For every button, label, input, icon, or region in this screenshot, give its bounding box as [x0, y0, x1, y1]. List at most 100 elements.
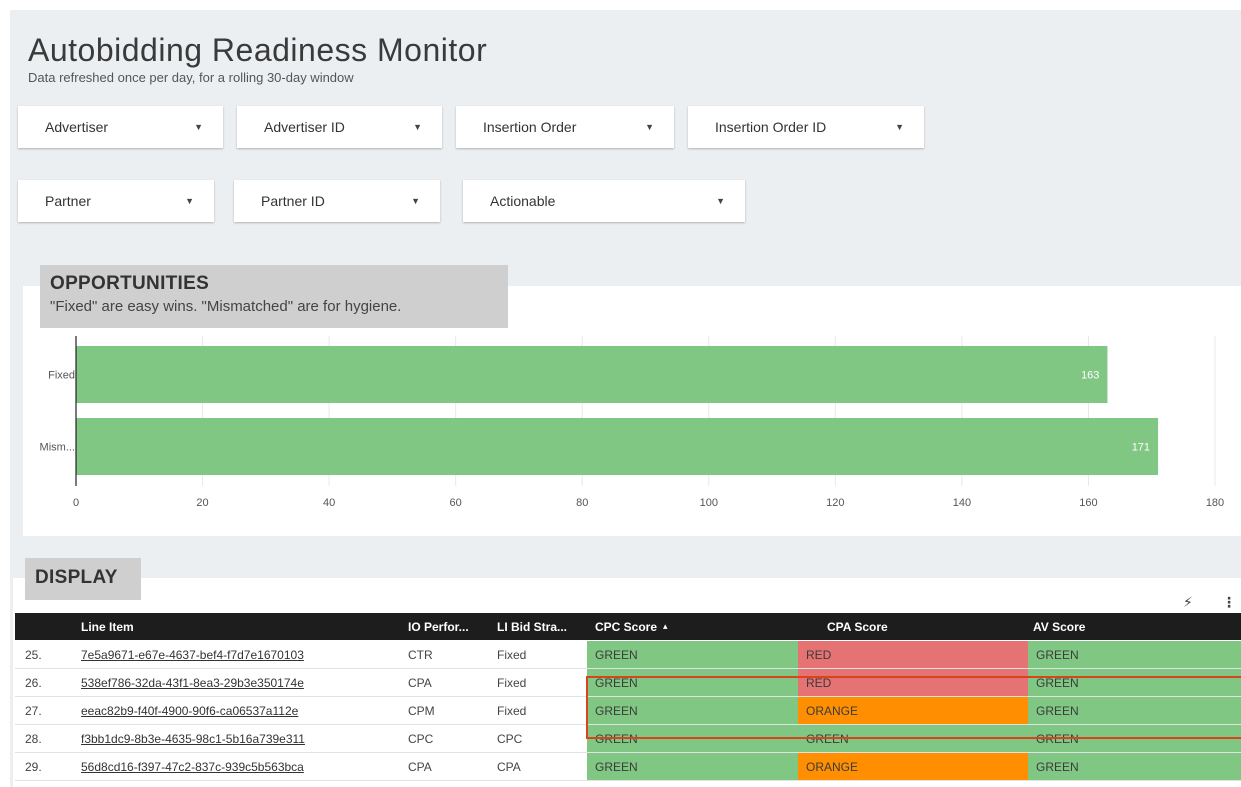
- av-score-cell: GREEN: [1028, 697, 1241, 724]
- cpc-score-cell: GREEN: [587, 669, 798, 696]
- cpa-score-cell: ORANGE: [798, 697, 1028, 724]
- advertiser-filter-label: Advertiser: [45, 119, 109, 135]
- io-performance-cell: CTR: [408, 647, 433, 662]
- x-tick-label: 100: [700, 497, 718, 509]
- io-performance-cell: CPM: [408, 703, 435, 718]
- line-item-link[interactable]: 538ef786-32da-43f1-8ea3-29b3e350174e: [81, 669, 401, 696]
- x-tick-label: 180: [1206, 497, 1224, 509]
- row-number: 29.: [25, 759, 42, 774]
- line-item-link[interactable]: 56d8cd16-f397-47c2-837c-939c5b563bca: [81, 753, 401, 780]
- li-bid-strategy-cell: CPA: [497, 759, 521, 774]
- av-score-cell: GREEN: [1028, 669, 1241, 696]
- line-item-link[interactable]: eeac82b9-f40f-4900-90f6-ca06537a112e: [81, 697, 401, 724]
- bar: [76, 346, 1108, 403]
- line-item-link[interactable]: 7e5a9671-e67e-4637-bef4-f7d7e1670103: [81, 641, 401, 668]
- li-bid-strategy-cell: Fixed: [497, 675, 527, 690]
- dropdown-caret-icon: ▼: [185, 196, 194, 206]
- cpa-score-cell: ORANGE: [798, 753, 1028, 780]
- x-tick-label: 60: [450, 497, 462, 509]
- opportunities-note: "Fixed" are easy wins. "Mismatched" are …: [50, 298, 402, 315]
- io-performance-cell: CPC: [408, 731, 434, 746]
- advertiser-filter[interactable]: Advertiser ▼: [18, 106, 223, 148]
- bolt-icon[interactable]: ⚡: [1183, 594, 1193, 611]
- table-row[interactable]: 29. 56d8cd16-f397-47c2-837c-939c5b563bca C…: [15, 753, 1241, 781]
- table-header-row: Line Item IO Perfor... LI Bid Stra... CP…: [15, 613, 1241, 640]
- li-bid-strategy-cell: CPC: [497, 731, 523, 746]
- table-row[interactable]: 26. 538ef786-32da-43f1-8ea3-29b3e350174e C…: [15, 669, 1241, 697]
- insertion-order-id-filter-label: Insertion Order ID: [715, 119, 827, 135]
- li-bid-strategy-cell: Fixed: [497, 703, 527, 718]
- actionable-filter-label: Actionable: [490, 193, 556, 209]
- page-title: Autobidding Readiness Monitor: [28, 32, 488, 68]
- line-item-id[interactable]: 56d8cd16-f397-47c2-837c-939c5b563bca: [81, 760, 304, 774]
- av-score-cell: GREEN: [1028, 641, 1241, 668]
- opportunities-header: OPPORTUNITIES "Fixed" are easy wins. "Mi…: [40, 265, 508, 328]
- x-tick-label: 20: [196, 497, 208, 509]
- line-item-id[interactable]: f3bb1dc9-8b3e-4635-98c1-5b16a739e311: [81, 732, 305, 746]
- line-item-link[interactable]: f3bb1dc9-8b3e-4635-98c1-5b16a739e311: [81, 725, 401, 752]
- line-item-id[interactable]: 538ef786-32da-43f1-8ea3-29b3e350174e: [81, 676, 304, 690]
- dropdown-caret-icon: ▼: [411, 196, 420, 206]
- advertiser-id-filter-label: Advertiser ID: [264, 119, 345, 135]
- display-heading: DISPLAY: [35, 567, 118, 588]
- column-header-line-item[interactable]: Line Item: [81, 613, 381, 640]
- dashboard-canvas: Autobidding Readiness Monitor Data refre…: [10, 10, 1241, 787]
- dropdown-caret-icon: ▼: [194, 122, 203, 132]
- column-header-cpa-score[interactable]: CPA Score: [827, 613, 1027, 640]
- x-tick-label: 120: [826, 497, 844, 509]
- advertiser-id-filter[interactable]: Advertiser ID ▼: [237, 106, 442, 148]
- bar-value-label: 163: [1081, 370, 1099, 382]
- row-number: 27.: [25, 703, 42, 718]
- cpa-score-cell: GREEN: [798, 725, 1028, 752]
- opportunities-bar-chart: 163 Fixed 171 Mism... 0 20 40 60 80 100 120 140 160 1…: [40, 336, 1224, 509]
- cpc-score-cell: GREEN: [587, 697, 798, 724]
- cpc-score-header-label: CPC Score: [595, 619, 658, 634]
- li-bid-strategy-cell: Fixed: [497, 647, 527, 662]
- partner-id-filter-label: Partner ID: [261, 193, 325, 209]
- x-tick-label: 140: [953, 497, 971, 509]
- column-header-io-performance[interactable]: IO Perfor...: [408, 613, 488, 640]
- row-number: 28.: [25, 731, 42, 746]
- display-header: DISPLAY: [25, 558, 141, 600]
- cpa-score-cell: RED: [798, 641, 1028, 668]
- column-header-cpc-score[interactable]: CPC Score ▴: [595, 613, 795, 640]
- x-tick-label: 80: [576, 497, 588, 509]
- column-header-li-bid-strategy[interactable]: LI Bid Stra...: [497, 613, 587, 640]
- category-label: Fixed: [48, 370, 75, 382]
- column-header-av-score[interactable]: AV Score: [1033, 613, 1233, 640]
- cpc-score-cell: GREEN: [587, 641, 798, 668]
- av-score-cell: GREEN: [1028, 753, 1241, 780]
- cpc-score-cell: GREEN: [587, 753, 798, 780]
- partner-filter[interactable]: Partner ▼: [18, 180, 214, 222]
- category-label: Mism...: [40, 442, 75, 454]
- cpa-score-cell: RED: [798, 669, 1028, 696]
- dropdown-caret-icon: ▼: [895, 122, 904, 132]
- x-tick-label: 0: [73, 497, 79, 509]
- dropdown-caret-icon: ▼: [716, 196, 725, 206]
- partner-id-filter[interactable]: Partner ID ▼: [234, 180, 440, 222]
- actionable-filter[interactable]: Actionable ▼: [463, 180, 745, 222]
- cpc-score-cell: GREEN: [587, 725, 798, 752]
- line-item-id[interactable]: eeac82b9-f40f-4900-90f6-ca06537a112e: [81, 704, 298, 718]
- insertion-order-filter[interactable]: Insertion Order ▼: [456, 106, 674, 148]
- row-number: 25.: [25, 647, 42, 662]
- dropdown-caret-icon: ▼: [645, 122, 654, 132]
- page-subtitle: Data refreshed once per day, for a rolli…: [28, 70, 354, 85]
- more-vert-icon[interactable]: ⋮: [1222, 594, 1236, 611]
- row-number: 26.: [25, 675, 42, 690]
- insertion-order-id-filter[interactable]: Insertion Order ID ▼: [688, 106, 924, 148]
- bar: [76, 418, 1159, 475]
- table-row[interactable]: 25. 7e5a9671-e67e-4637-bef4-f7d7e1670103 C…: [15, 641, 1241, 669]
- sort-ascending-icon: ▴: [663, 621, 668, 631]
- insertion-order-filter-label: Insertion Order: [483, 119, 577, 135]
- dropdown-caret-icon: ▼: [413, 122, 422, 132]
- io-performance-cell: CPA: [408, 759, 432, 774]
- opportunities-heading: OPPORTUNITIES: [50, 273, 210, 294]
- line-item-id[interactable]: 7e5a9671-e67e-4637-bef4-f7d7e1670103: [81, 648, 304, 662]
- bar-value-label: 171: [1132, 442, 1150, 454]
- io-performance-cell: CPA: [408, 675, 432, 690]
- av-score-cell: GREEN: [1028, 725, 1241, 752]
- table-row[interactable]: 27. eeac82b9-f40f-4900-90f6-ca06537a112e C…: [15, 697, 1241, 725]
- table-row[interactable]: 28. f3bb1dc9-8b3e-4635-98c1-5b16a739e311 C…: [15, 725, 1241, 753]
- partner-filter-label: Partner: [45, 193, 91, 209]
